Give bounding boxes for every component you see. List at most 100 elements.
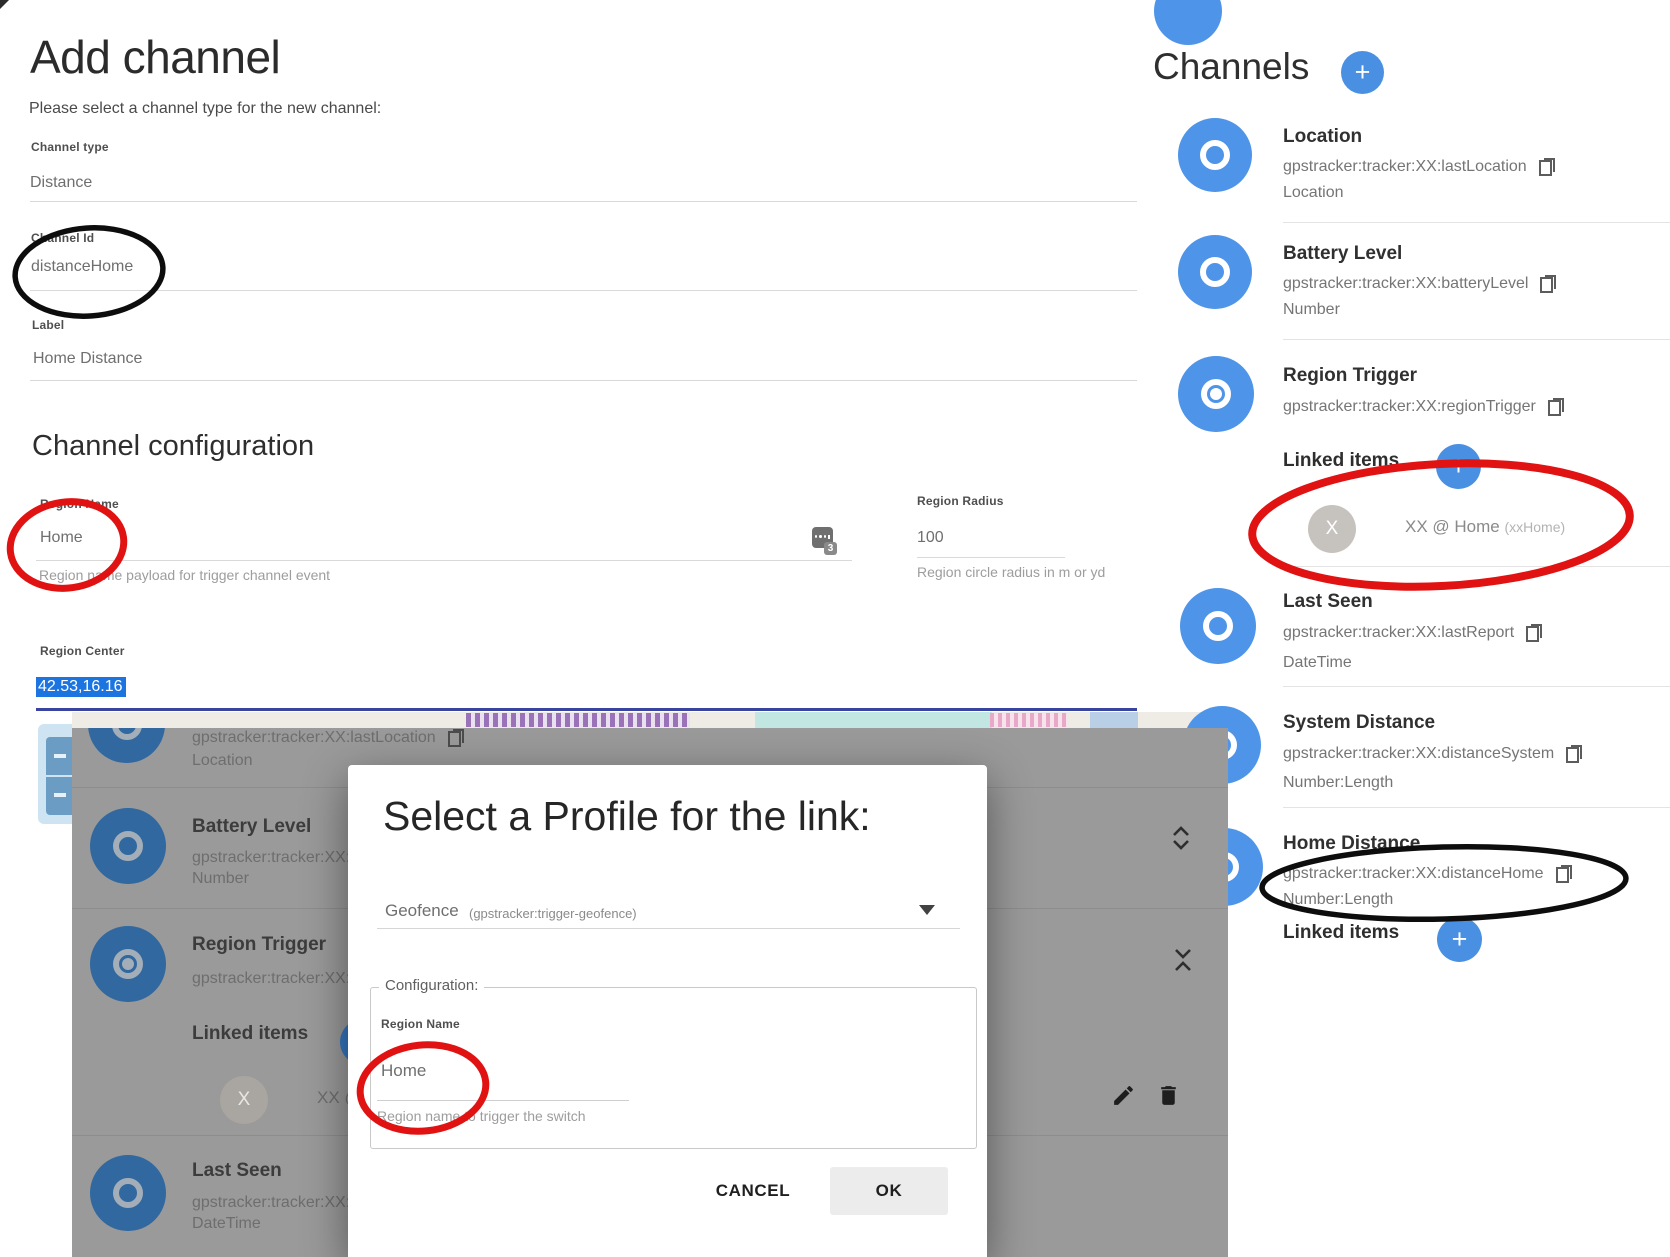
channel-id-input[interactable]: distanceHome	[31, 258, 133, 276]
linked-items-heading: Linked items	[192, 1023, 308, 1045]
profile-select-value: Geofence	[385, 901, 459, 921]
region-center-input[interactable]: 42.53,16.16	[36, 678, 126, 696]
linked-items-heading: Linked items	[1283, 450, 1399, 472]
channel-name: Last Seen	[1283, 591, 1373, 613]
modal-region-name-underline	[377, 1100, 629, 1101]
channel-name: Location	[1283, 126, 1362, 148]
ok-button[interactable]: OK	[830, 1167, 948, 1215]
modal-region-name-label: Region Name	[381, 1017, 460, 1031]
channel-state-icon	[1180, 588, 1256, 664]
copy-uid-icon[interactable]	[1526, 624, 1543, 642]
channel-uid-row: gpstracker:tracker:XX:lastLocation	[192, 729, 465, 747]
channel-type-select[interactable]: Distance	[30, 174, 92, 192]
channel-trigger-icon	[1178, 356, 1254, 432]
channel-state-icon	[90, 808, 166, 884]
add-link-button[interactable]: +	[1437, 917, 1482, 962]
channel-uid-row: gpstracker:tracker:XX:regionTrigger	[1283, 398, 1565, 416]
channel-state-icon	[88, 728, 165, 763]
region-name-label: Region Name	[40, 497, 119, 511]
copy-uid-icon[interactable]	[1548, 398, 1565, 416]
dropdown-arrow-icon	[919, 905, 935, 915]
label-input[interactable]: Home Distance	[33, 350, 142, 368]
redacted-pink-block	[990, 713, 1068, 727]
linked-item-avatar: X	[1308, 505, 1356, 553]
channel-id-label: Channel Id	[31, 231, 94, 245]
label-label: Label	[32, 318, 64, 332]
row-divider	[1283, 339, 1670, 340]
channel-kind: Number	[192, 870, 249, 888]
copy-uid-icon[interactable]	[1566, 745, 1583, 763]
channel-kind: Number	[1283, 301, 1340, 319]
cancel-button[interactable]: CANCEL	[709, 1173, 797, 1209]
autofill-dots-icon	[815, 535, 830, 539]
region-radius-label: Region Radius	[917, 494, 1004, 508]
map-zoom-out-button[interactable]	[46, 777, 72, 815]
channel-name: Home Distance	[1283, 833, 1420, 855]
map-control-fragment	[38, 724, 72, 824]
add-channel-button[interactable]: +	[1341, 51, 1384, 94]
select-profile-dialog: Select a Profile for the link: Geofence …	[348, 765, 987, 1257]
reorder-fold-icon	[1172, 946, 1194, 974]
channel-configuration-title: Channel configuration	[32, 430, 314, 463]
channel-state-icon	[1178, 118, 1252, 192]
channel-name: System Distance	[1283, 712, 1435, 734]
profile-select-detail: (gpstracker:trigger-geofence)	[469, 906, 637, 921]
region-name-helper: Region name payload for trigger channel …	[39, 567, 330, 583]
channel-uid-row: gpstracker:tracker:XX:batteryLevel	[1283, 275, 1557, 293]
channel-uid-row: gpstracker:tracker:XX:distanceHome	[1283, 865, 1573, 883]
profile-select-underline	[377, 928, 960, 929]
delete-link-icon	[1156, 1083, 1181, 1108]
modal-region-name-helper: Region name to trigger the switch	[377, 1108, 586, 1124]
channel-state-icon	[90, 1155, 166, 1231]
linked-item-label[interactable]: XX @ Home (xxHome)	[1405, 517, 1565, 537]
redacted-teal-block	[755, 712, 992, 728]
redacted-strip	[72, 712, 1228, 728]
channel-kind: DateTime	[1283, 654, 1352, 672]
channel-uid-row: gpstracker:tracker:XX:lastLocation	[1283, 158, 1556, 176]
channel-kind: DateTime	[192, 1215, 261, 1233]
modal-region-name-input[interactable]: Home	[381, 1061, 426, 1081]
copy-uid-icon[interactable]	[1539, 158, 1556, 176]
channel-uid: gpstracker:tracker:XX:lastLocation	[192, 729, 436, 747]
region-radius-input[interactable]: 100	[917, 529, 944, 547]
copy-uid-icon[interactable]	[1540, 275, 1557, 293]
channel-uid: gpstracker:tracker:XX:distanceSystem	[1283, 745, 1554, 763]
configuration-legend: Configuration:	[379, 977, 484, 994]
autofill-extension-icon[interactable]: 3	[812, 527, 838, 558]
profile-select[interactable]: Geofence (gpstracker:trigger-geofence)	[377, 895, 960, 929]
plus-icon: +	[1451, 453, 1467, 480]
autofill-badge: 3	[824, 542, 837, 555]
channels-panel-title: Channels	[1153, 46, 1309, 88]
redacted-blue-block	[1090, 712, 1138, 728]
channel-kind: Number:Length	[1283, 774, 1393, 792]
region-name-input[interactable]: Home	[40, 529, 83, 547]
channel-uid: gpstracker:tracker:XX:regionTrigger	[1283, 398, 1536, 416]
channel-name: Region Trigger	[1283, 365, 1417, 387]
channel-id-underline	[30, 290, 1137, 291]
channel-uid-row: gpstracker:tracker:XX:distanceSystem	[1283, 745, 1583, 763]
row-divider	[1283, 807, 1670, 808]
channel-kind: Number:Length	[1283, 891, 1393, 909]
channel-name: Battery Level	[192, 816, 311, 838]
region-radius-underline	[917, 557, 1065, 558]
row-divider	[1283, 566, 1670, 567]
linked-item-name: (xxHome)	[1504, 519, 1565, 535]
screen: Add channel Please select a channel type…	[0, 0, 1670, 1257]
channel-name: Region Trigger	[192, 934, 326, 956]
channel-kind: Location	[1283, 184, 1344, 202]
add-channel-intro: Please select a channel type for the new…	[29, 100, 381, 118]
copy-uid-icon	[448, 729, 465, 747]
map-zoom-in-button[interactable]	[46, 737, 72, 775]
cropped-channel-icon	[1154, 0, 1222, 45]
channel-uid-row: gpstracker:tracker:XX:lastReport	[1283, 624, 1543, 642]
linked-items-heading: Linked items	[1283, 922, 1399, 944]
add-link-button[interactable]: +	[1436, 444, 1481, 489]
page-title: Add channel	[30, 30, 280, 84]
channel-name: Last Seen	[192, 1160, 282, 1182]
copy-uid-icon[interactable]	[1556, 865, 1573, 883]
channel-state-icon	[1178, 235, 1252, 309]
channel-trigger-icon	[90, 926, 166, 1002]
plus-icon: +	[1452, 926, 1468, 953]
row-divider	[1283, 686, 1670, 687]
region-center-selected-text: 42.53,16.16	[36, 677, 126, 697]
